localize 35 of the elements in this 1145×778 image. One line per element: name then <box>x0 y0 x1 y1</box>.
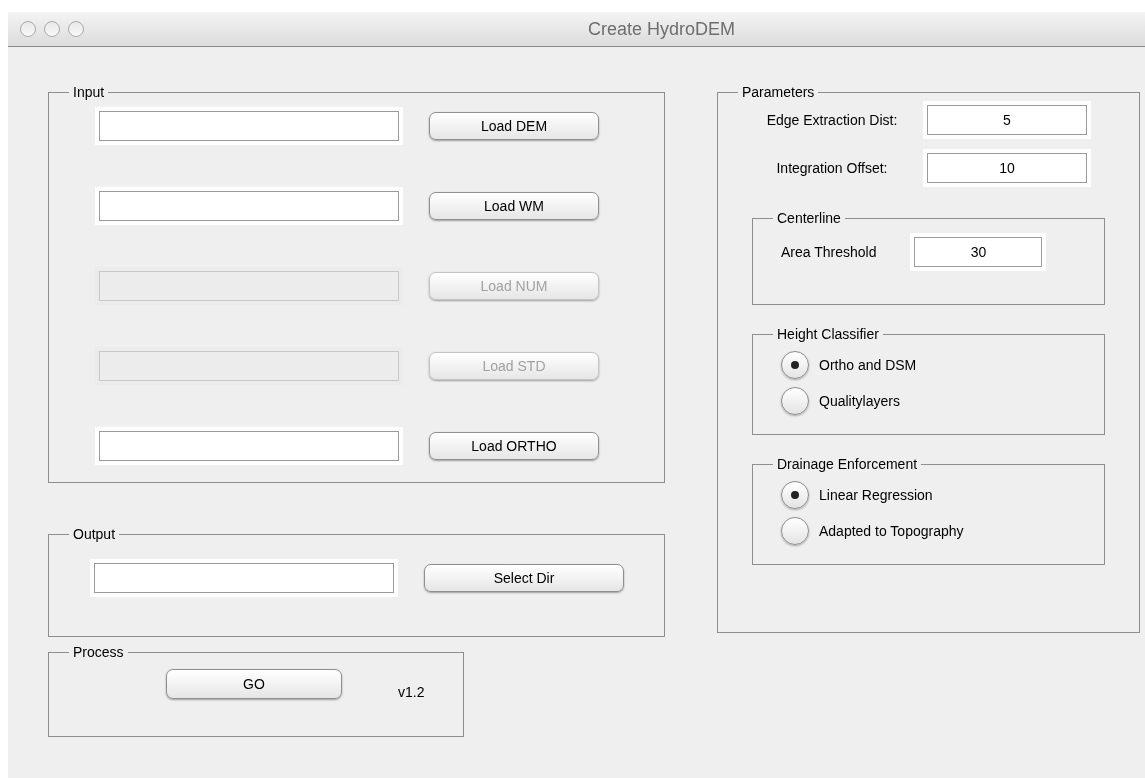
push-button[interactable]: Load ORTHO <box>429 432 599 460</box>
input-field[interactable] <box>99 111 399 141</box>
group-title: Height Classifier <box>776 327 880 341</box>
group-title: Drainage Enforcement <box>776 457 919 471</box>
push-button[interactable]: Load DEM <box>429 112 599 140</box>
field-label: Area Threshold <box>781 242 877 262</box>
radio-button[interactable] <box>781 517 809 545</box>
input-field[interactable]: 30 <box>914 237 1043 267</box>
version-label: v1.2 <box>398 683 425 702</box>
group-title: Input <box>72 85 106 99</box>
window-title: Create HydroDEM <box>588 17 736 41</box>
radio-label: Qualitylayers <box>819 391 900 411</box>
input-field[interactable] <box>99 191 399 221</box>
radio-button[interactable] <box>781 351 809 379</box>
group-title: Process <box>72 645 125 659</box>
group-title: Centerline <box>776 211 842 225</box>
input-field[interactable]: 10 <box>927 153 1087 183</box>
group-title: Output <box>72 527 117 541</box>
group-title: Parameters <box>741 85 816 99</box>
radio-label: Linear Regression <box>819 485 933 505</box>
radio-label: Adapted to Topography <box>819 521 964 541</box>
window-control-icon[interactable] <box>20 21 36 37</box>
radio-button[interactable] <box>781 481 809 509</box>
input-field[interactable] <box>94 563 394 593</box>
field-label: Integration Offset: <box>775 160 889 176</box>
push-button[interactable]: Select Dir <box>424 564 624 592</box>
push-button[interactable]: GO <box>166 669 342 699</box>
radio-label: Ortho and DSM <box>819 355 917 375</box>
window-control-icon[interactable] <box>68 21 84 37</box>
window-control-icon[interactable] <box>44 21 60 37</box>
field-label: Edge Extraction Dist: <box>765 112 899 128</box>
push-button[interactable]: Load WM <box>429 192 599 220</box>
radio-button[interactable] <box>781 387 809 415</box>
input-field[interactable]: 5 <box>927 105 1087 135</box>
input-field[interactable] <box>99 431 399 461</box>
